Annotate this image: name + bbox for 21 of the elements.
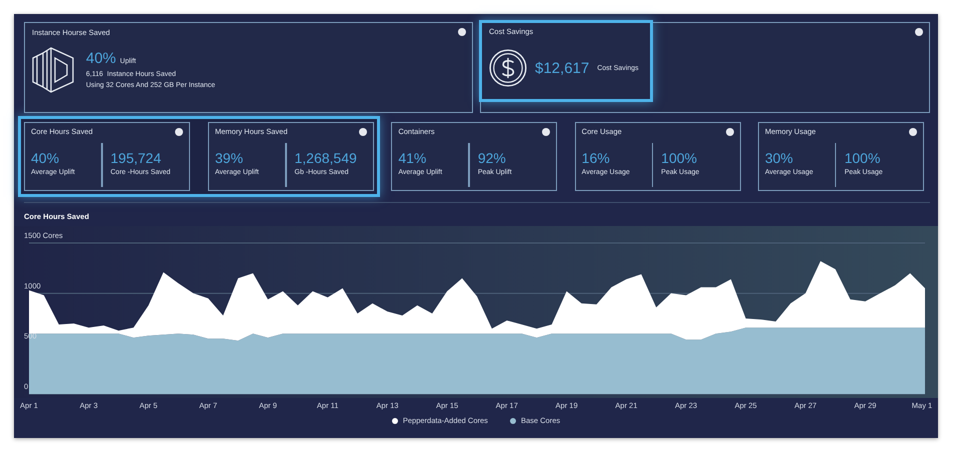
metric-value: 40% [31,151,60,166]
dot-icon [458,28,466,36]
dot-icon [359,128,367,136]
layers-icon [32,47,74,93]
dollar-coin-icon [489,49,527,87]
metric-value: 1,268,549 [294,151,357,166]
metric-value: 100% [844,151,882,166]
metric-value: 39% [215,151,244,166]
metric-value: 195,724 [110,151,162,166]
dot-icon [542,128,550,136]
dot-icon [915,28,923,36]
metric-value: 30% [764,151,794,166]
cost-value: $12,617 [535,60,590,76]
metric-value: 16% [582,151,611,166]
dot-icon [175,128,183,136]
metric-value: 92% [478,151,507,166]
metric-value: 41% [398,151,428,166]
dot-icon [908,128,917,136]
metric-value: 100% [661,151,698,166]
dot-icon [726,128,734,136]
uplift-value: 40% [86,51,116,67]
